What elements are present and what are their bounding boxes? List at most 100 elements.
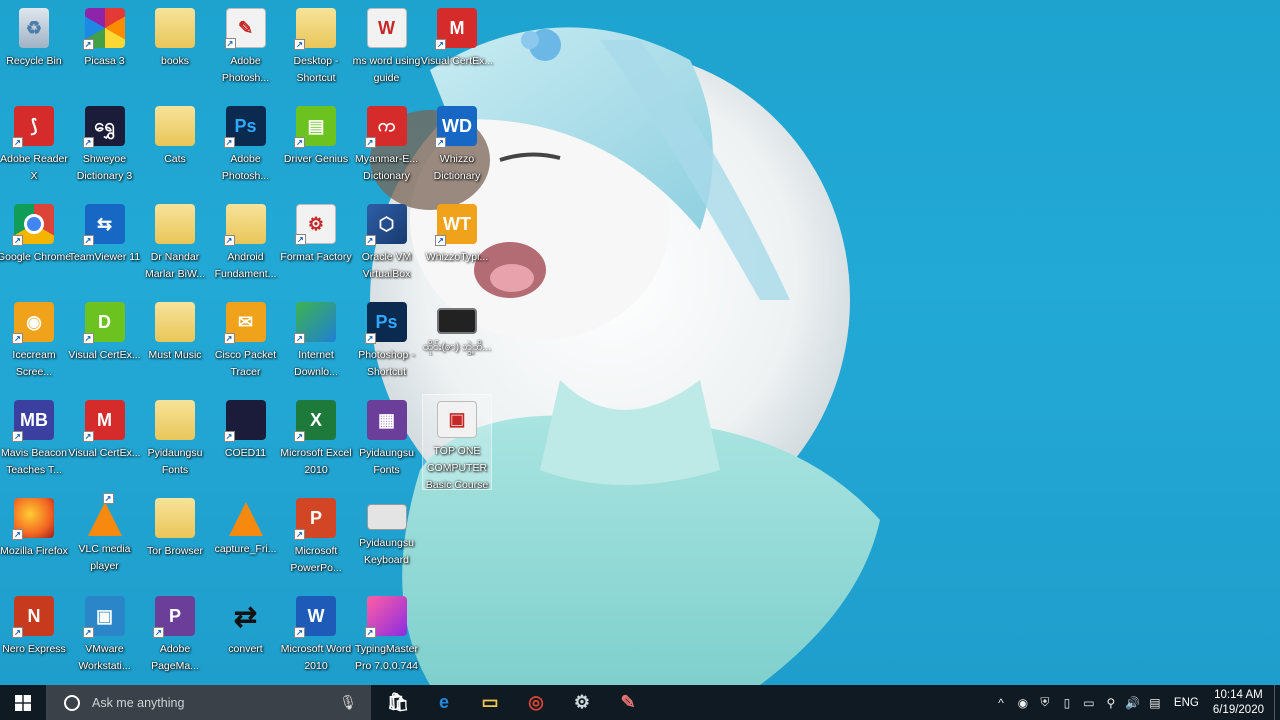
- chevron-up-icon[interactable]: ^: [990, 685, 1012, 720]
- convert-arrows-icon: ⇄: [226, 596, 266, 636]
- desktop-icon[interactable]: Cats: [140, 100, 210, 196]
- battery-icon[interactable]: ▭: [1078, 685, 1100, 720]
- desktop-icon[interactable]: D ↗ Visual CertEx...: [68, 296, 141, 392]
- desktop-icon-label: Icecream Scree...: [12, 349, 56, 378]
- desktop-icon[interactable]: P ↗ Microsoft PowerPo...: [281, 492, 351, 588]
- taskbar-app-button[interactable]: ◎: [513, 685, 559, 720]
- desktop-icon-label: TeamViewer 11: [68, 251, 141, 263]
- language-indicator[interactable]: ENG: [1166, 697, 1207, 709]
- desktop-icon[interactable]: ⇄ convert: [211, 590, 281, 686]
- shortcut-arrow-icon: ↗: [153, 627, 164, 638]
- desktop-icon[interactable]: WD ↗ Whizzo Dictionary: [422, 100, 492, 196]
- winrar-icon: ▦: [366, 400, 407, 440]
- desktop-icon[interactable]: ↗ VLC media player: [70, 492, 140, 588]
- shortcut-arrow-icon: ↗: [102, 493, 114, 504]
- desktop-icon[interactable]: ⇆ ↗ TeamViewer 11: [68, 198, 141, 294]
- desktop-icon-label: VMware Workstati...: [78, 643, 131, 672]
- firefox-icon: ↗: [12, 498, 54, 540]
- desktop-icon[interactable]: WT ↗ WhizzoTypi...: [422, 198, 492, 294]
- chrome-icon: ◎: [528, 692, 544, 712]
- shield-icon[interactable]: ⛨: [1034, 685, 1056, 720]
- desktop-icon[interactable]: books: [140, 2, 210, 98]
- desktop-icon[interactable]: W ↗ Microsoft Word 2010: [281, 590, 351, 686]
- desktop-icon[interactable]: ↗ Mozilla Firefox: [0, 492, 69, 588]
- desktop-icon[interactable]: N ↗ Nero Express: [0, 590, 69, 686]
- microphone-icon[interactable]: 🎙: [339, 694, 357, 711]
- desktop-icon[interactable]: Ps ↗ Photoshop - Shortcut: [352, 296, 422, 392]
- photoshop-icon: Ps ↗: [223, 106, 266, 148]
- desktop-icon-label: Format Factory: [280, 251, 352, 263]
- desktop-icon[interactable]: ✉ ↗ Cisco Packet Tracer: [211, 296, 281, 392]
- taskbar-app-button[interactable]: ▭: [467, 685, 513, 720]
- desktop-icon[interactable]: ◉ ↗ Icecream Scree...: [0, 296, 69, 392]
- network-icon[interactable]: ⚲: [1100, 685, 1122, 720]
- desktop-icon[interactable]: ↗ Picasa 3: [70, 2, 140, 98]
- start-button[interactable]: [0, 685, 46, 720]
- search-input[interactable]: [92, 695, 340, 710]
- desktop-icon[interactable]: ↗ Android Fundament...: [211, 198, 281, 294]
- desktop-icon[interactable]: M ↗ Visual CertEx...: [421, 2, 493, 98]
- desktop-icon[interactable]: Wms word using guide: [352, 2, 422, 98]
- excel-icon: X ↗: [294, 400, 336, 442]
- desktop-icon[interactable]: ⟆ ↗ Adobe Reader X: [0, 100, 69, 196]
- desktop-icon[interactable]: Dr Nandar Marlar BiW...: [140, 198, 210, 294]
- desktop-icon[interactable]: Ps ↗ Adobe Photosh...: [211, 100, 281, 196]
- desktop-icon[interactable]: M ↗ Visual CertEx...: [68, 394, 141, 490]
- typingmaster-icon: ↗: [364, 596, 407, 638]
- desktop-icon-label: Adobe Photosh...: [221, 153, 270, 182]
- desktop-icon[interactable]: ရွှေ ↗ Shweyoe Dictionary 3: [70, 100, 140, 196]
- desktop-icon[interactable]: ▣ ↗ VMware Workstati...: [70, 590, 140, 686]
- desktop-icon[interactable]: Pyidaungsu Keyboard: [352, 492, 422, 588]
- desktop-icon[interactable]: ↗ Internet Downlo...: [281, 296, 351, 392]
- desktop-icon[interactable]: ▣ TOP ONE COMPUTER Basic Course: [422, 394, 492, 490]
- icon-glyph: ▤: [307, 115, 325, 136]
- taskbar-app-button[interactable]: ✎: [605, 685, 651, 720]
- desktop-icon[interactable]: X ↗ Microsoft Excel 2010: [280, 394, 352, 490]
- desktop-icon[interactable]: က ↗ Myanmar-E... Dictionary: [352, 100, 422, 196]
- desktop-icon-label: Visual CertEx...: [68, 447, 141, 459]
- icon-glyph: D: [98, 311, 111, 332]
- shweyoe-dictionary-icon: ရွှေ ↗: [82, 106, 125, 148]
- taskbar-app-button[interactable]: 🛍: [375, 685, 421, 720]
- icecream-tray-icon[interactable]: ◉: [1012, 685, 1034, 720]
- shortcut-arrow-icon: ↗: [435, 235, 446, 246]
- desktop-icon[interactable]: ↗ Google Chrome: [0, 198, 72, 294]
- desktop-icon[interactable]: MB ↗ Mavis Beacon Teaches T...: [0, 394, 69, 490]
- desktop-icon[interactable]: Pyidaungsu Fonts: [140, 394, 210, 490]
- vlc-icon: ↗: [87, 493, 122, 536]
- desktop-icon-label: Driver Genius: [283, 153, 349, 165]
- volume-icon[interactable]: 🔊: [1122, 685, 1144, 720]
- icon-glyph: N: [27, 605, 41, 626]
- notifications-icon[interactable]: ▤: [1144, 685, 1166, 720]
- desktop-icon[interactable]: ↗ COED11: [211, 394, 281, 490]
- shortcut-arrow-icon: ↗: [294, 333, 305, 344]
- cortana-search-box[interactable]: 🎙: [46, 685, 371, 720]
- taskbar-app-button[interactable]: ⚙: [559, 685, 605, 720]
- show-desktop-button[interactable]: [1274, 685, 1280, 720]
- desktop-icon[interactable]: P ↗ Adobe PageMa...: [140, 590, 210, 686]
- desktop-icon[interactable]: ▦ Pyidaungsu Fonts: [352, 394, 422, 490]
- desktop-icon[interactable]: ▤ ↗ Driver Genius: [281, 100, 351, 196]
- mavis-beacon-icon: MB ↗: [12, 400, 54, 442]
- desktop-icon[interactable]: ထိုင်း(ဇာ) ဘွဲ့ထိ...: [422, 296, 492, 392]
- clock[interactable]: 10:14 AM 6/19/2020: [1207, 688, 1274, 718]
- desktop-icon-label: Adobe Photosh...: [221, 55, 270, 84]
- desktop-icon[interactable]: ⚙ ↗ Format Factory: [280, 198, 352, 294]
- taskbar-app-button[interactable]: e: [421, 685, 467, 720]
- shortcut-arrow-icon: ↗: [435, 39, 446, 50]
- desktop-icon[interactable]: ♻ Recycle Bin: [0, 2, 69, 98]
- myanmar-dictionary-icon: က ↗: [364, 106, 407, 148]
- desktop-icon[interactable]: ↗ Desktop - Shortcut: [281, 2, 351, 98]
- shortcut-arrow-icon: ↗: [223, 137, 235, 148]
- icon-glyph: ✉: [237, 311, 254, 332]
- desktop-icon[interactable]: Tor Browser: [140, 492, 210, 588]
- desktop-icon[interactable]: Must Music: [140, 296, 210, 392]
- usb-icon[interactable]: ▯: [1056, 685, 1078, 720]
- desktop-icon[interactable]: ✎ ↗ Adobe Photosh...: [211, 2, 281, 98]
- shortcut-arrow-icon: ↗: [82, 235, 94, 246]
- desktop-icon[interactable]: capture_Fri...: [211, 492, 281, 588]
- adobe-reader-icon: ⟆ ↗: [12, 106, 54, 148]
- desktop-icon[interactable]: ⬡ ↗ Oracle VM VirtualBox: [352, 198, 422, 294]
- desktop-icon-label: Google Chrome: [0, 251, 72, 263]
- desktop-icon[interactable]: ↗ TypingMaster Pro 7.0.0.744: [352, 590, 422, 686]
